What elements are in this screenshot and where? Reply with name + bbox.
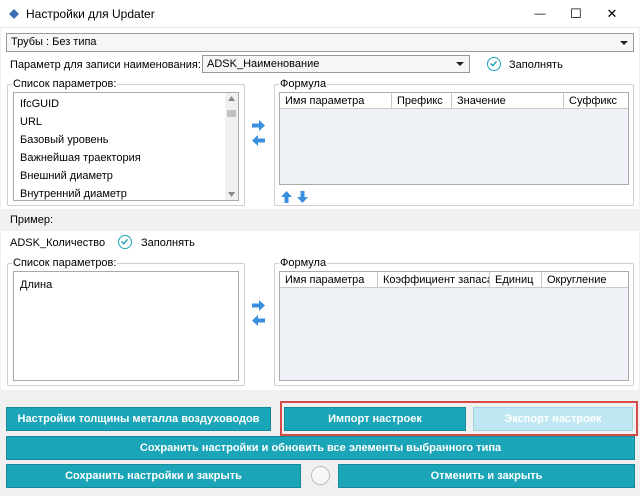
scroll-down-icon[interactable] [228, 192, 235, 197]
list-item[interactable]: IfcGUID [20, 98, 59, 110]
list-item[interactable]: Внешний диаметр [20, 170, 113, 182]
main-panel: Трубы : Без типа Параметр для записи наи… [1, 28, 639, 496]
name-param-value: ADSK_Наименование [207, 58, 320, 70]
title-bar: Настройки для Updater — ☐ ✕ [0, 0, 640, 28]
column-header[interactable]: Значение [452, 93, 564, 109]
minimize-button[interactable]: — [520, 0, 560, 28]
remove-from-formula-icon[interactable] [252, 315, 265, 326]
move-up-icon[interactable] [281, 191, 292, 203]
params-list-2[interactable]: Длина [13, 271, 239, 381]
scroll-up-icon[interactable] [228, 96, 235, 101]
formula-legend-1: Формула [280, 78, 327, 90]
save-update-button[interactable]: Сохранить настройки и обновить все элеме… [6, 436, 635, 460]
close-button[interactable]: ✕ [592, 0, 632, 28]
list-item[interactable]: Внутренний диаметр [20, 188, 127, 200]
list-item[interactable]: Длина [20, 279, 52, 291]
name-fill-label: Заполнять [509, 59, 563, 71]
quantity-fill-label: Заполнять [141, 237, 195, 249]
quantity-fill-check-icon[interactable] [118, 235, 132, 249]
save-close-button[interactable]: Сохранить настройки и закрыть [6, 464, 301, 488]
import-settings-button[interactable]: Импорт настроек [284, 407, 466, 431]
example-label: Пример: [10, 214, 54, 226]
add-to-formula-icon[interactable] [252, 120, 265, 131]
formula-grid-2[interactable]: Имя параметра Коэффициент запаса Единиц … [279, 271, 629, 381]
list-item[interactable]: Базовый уровень [20, 134, 108, 146]
column-header[interactable]: Округление [542, 272, 628, 288]
maximize-button[interactable]: ☐ [556, 0, 596, 28]
params-list-1[interactable]: IfcGUID URL Базовый уровень Важнейшая тр… [13, 92, 239, 201]
list-item[interactable]: URL [20, 116, 42, 128]
formula-grid-body[interactable] [280, 109, 628, 184]
remove-from-formula-icon[interactable] [252, 135, 265, 146]
example-band: Пример: [1, 209, 639, 231]
category-combo[interactable]: Трубы : Без типа [6, 33, 634, 52]
maximize-icon: ☐ [570, 6, 582, 21]
move-down-icon[interactable] [297, 191, 308, 203]
name-fill-check-icon[interactable] [487, 57, 501, 71]
app-icon [8, 8, 20, 20]
spinner-icon [311, 466, 330, 485]
metal-thickness-button[interactable]: Настройки толщины металла воздуховодов [6, 407, 271, 431]
category-combo-value: Трубы : Без типа [11, 36, 97, 48]
column-header[interactable]: Префикс [392, 93, 452, 109]
window-title: Настройки для Updater [26, 7, 155, 21]
quantity-param-label: ADSK_Количество [10, 237, 106, 249]
column-header[interactable]: Имя параметра [280, 272, 378, 288]
name-param-label: Параметр для записи наименования: [10, 59, 201, 71]
add-to-formula-icon[interactable] [252, 300, 265, 311]
params-legend-2: Список параметров: [13, 257, 117, 269]
formula-grid-body[interactable] [280, 288, 628, 380]
minimize-icon: — [534, 8, 546, 20]
column-header[interactable]: Коэффициент запаса [378, 272, 490, 288]
params-legend-1: Список параметров: [13, 78, 117, 90]
close-icon: ✕ [606, 6, 618, 21]
name-param-combo[interactable]: ADSK_Наименование [202, 55, 470, 73]
list-item[interactable]: Важнейшая траектория [20, 152, 141, 164]
scroll-thumb[interactable] [227, 110, 236, 117]
column-header[interactable]: Единиц [490, 272, 542, 288]
formula-grid-1[interactable]: Имя параметра Префикс Значение Суффикс [279, 92, 629, 185]
params-scrollbar-1[interactable] [225, 93, 238, 200]
export-settings-button[interactable]: Экспорт настроек [473, 407, 633, 431]
formula-legend-2: Формула [280, 257, 327, 269]
chevron-down-icon [620, 40, 628, 45]
column-header[interactable]: Суффикс [564, 93, 628, 109]
column-header[interactable]: Имя параметра [280, 93, 392, 109]
cancel-close-button[interactable]: Отменить и закрыть [338, 464, 635, 488]
chevron-down-icon [456, 62, 464, 66]
